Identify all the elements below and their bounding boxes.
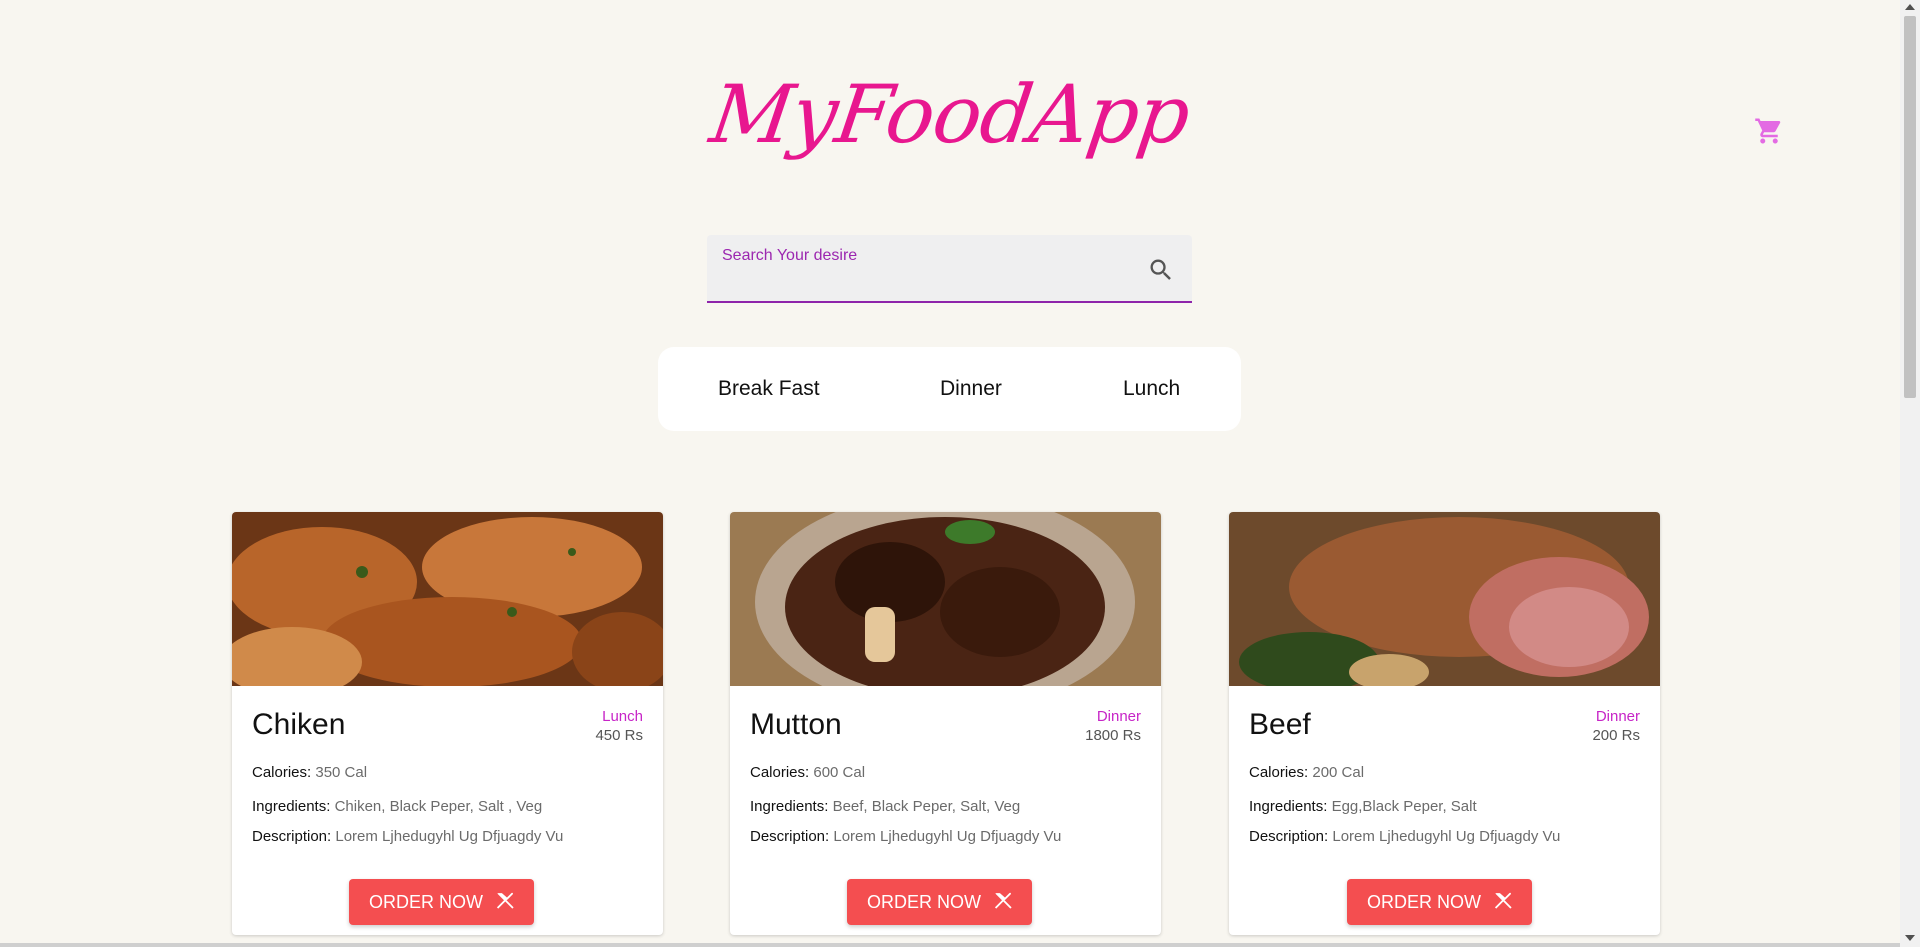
search-icon[interactable] <box>1147 256 1175 284</box>
order-now-label: ORDER NOW <box>1367 892 1481 912</box>
calories-label: Calories: <box>750 764 810 781</box>
calories-row: Calories: 600 Cal <box>750 764 865 781</box>
food-price: 1800 Rs <box>1085 727 1141 744</box>
calories-label: Calories: <box>252 764 312 781</box>
cutlery-icon <box>994 892 1012 909</box>
scroll-up-icon[interactable] <box>1905 4 1915 10</box>
food-category: Dinner <box>1595 708 1640 725</box>
calories-value: 600 Cal <box>813 764 866 781</box>
search-label: Search Your desire <box>722 247 858 264</box>
ingredients-value: Beef, Black Peper, Salt, Veg <box>832 798 1021 815</box>
tab-break-fast[interactable]: Break Fast <box>718 347 820 431</box>
food-name: Mutton <box>750 708 842 741</box>
calories-row: Calories: 350 Cal <box>252 764 367 781</box>
ingredients-label: Ingredients: <box>252 798 331 815</box>
ingredients-label: Ingredients: <box>1249 798 1328 815</box>
vertical-scrollbar[interactable] <box>1900 0 1920 947</box>
description-row: Description: Lorem Ljhedugyhl Ug Dfjuagd… <box>750 828 1061 845</box>
food-category: Dinner <box>1096 708 1141 725</box>
food-price: 450 Rs <box>595 727 643 744</box>
order-now-label: ORDER NOW <box>369 892 483 912</box>
food-card: Mutton Dinner 1800 Rs Calories: 600 Cal … <box>730 512 1161 935</box>
ingredients-row: Ingredients: Egg,Black Peper, Salt <box>1249 798 1477 815</box>
shopping-cart-icon[interactable] <box>1754 116 1784 146</box>
cutlery-icon <box>1494 892 1512 909</box>
description-value: Lorem Ljhedugyhl Ug Dfjuagdy Vu <box>1332 828 1561 845</box>
food-name: Beef <box>1249 708 1311 741</box>
ingredients-value: Chiken, Black Peper, Salt , Veg <box>334 798 543 815</box>
food-image-beef <box>1229 512 1660 686</box>
food-price: 200 Rs <box>1592 727 1640 744</box>
app-logo: MyFoodApp <box>704 68 1196 161</box>
tab-dinner[interactable]: Dinner <box>940 347 1002 431</box>
description-label: Description: <box>750 828 830 845</box>
food-name: Chiken <box>252 708 346 741</box>
ingredients-row: Ingredients: Beef, Black Peper, Salt, Ve… <box>750 798 1020 815</box>
order-now-label: ORDER NOW <box>867 892 981 912</box>
food-image-chicken <box>232 512 663 686</box>
description-label: Description: <box>252 828 332 845</box>
calories-row: Calories: 200 Cal <box>1249 764 1364 781</box>
ingredients-row: Ingredients: Chiken, Black Peper, Salt ,… <box>252 798 542 815</box>
horizontal-scroll-edge <box>0 943 1900 947</box>
description-row: Description: Lorem Ljhedugyhl Ug Dfjuagd… <box>252 828 563 845</box>
description-label: Description: <box>1249 828 1329 845</box>
search-input[interactable] <box>722 269 1122 295</box>
scrollbar-thumb[interactable] <box>1904 16 1916 398</box>
category-tabs: Break Fast Dinner Lunch <box>658 347 1241 431</box>
description-row: Description: Lorem Ljhedugyhl Ug Dfjuagd… <box>1249 828 1560 845</box>
search-field[interactable]: Search Your desire <box>707 235 1192 303</box>
cutlery-icon <box>496 892 514 909</box>
description-value: Lorem Ljhedugyhl Ug Dfjuagdy Vu <box>335 828 564 845</box>
calories-label: Calories: <box>1249 764 1309 781</box>
food-category: Lunch <box>602 708 643 725</box>
ingredients-value: Egg,Black Peper, Salt <box>1331 798 1477 815</box>
order-now-button[interactable]: ORDER NOW <box>349 879 534 925</box>
calories-value: 200 Cal <box>1312 764 1365 781</box>
food-image-mutton <box>730 512 1161 686</box>
description-value: Lorem Ljhedugyhl Ug Dfjuagdy Vu <box>833 828 1062 845</box>
scroll-down-icon[interactable] <box>1905 935 1915 941</box>
food-card: Beef Dinner 200 Rs Calories: 200 Cal Ing… <box>1229 512 1660 935</box>
page: MyFoodApp Search Your desire Break Fast … <box>0 0 1900 947</box>
calories-value: 350 Cal <box>315 764 368 781</box>
order-now-button[interactable]: ORDER NOW <box>1347 879 1532 925</box>
tab-lunch[interactable]: Lunch <box>1123 347 1180 431</box>
order-now-button[interactable]: ORDER NOW <box>847 879 1032 925</box>
ingredients-label: Ingredients: <box>750 798 829 815</box>
food-card: Chiken Lunch 450 Rs Calories: 350 Cal In… <box>232 512 663 935</box>
